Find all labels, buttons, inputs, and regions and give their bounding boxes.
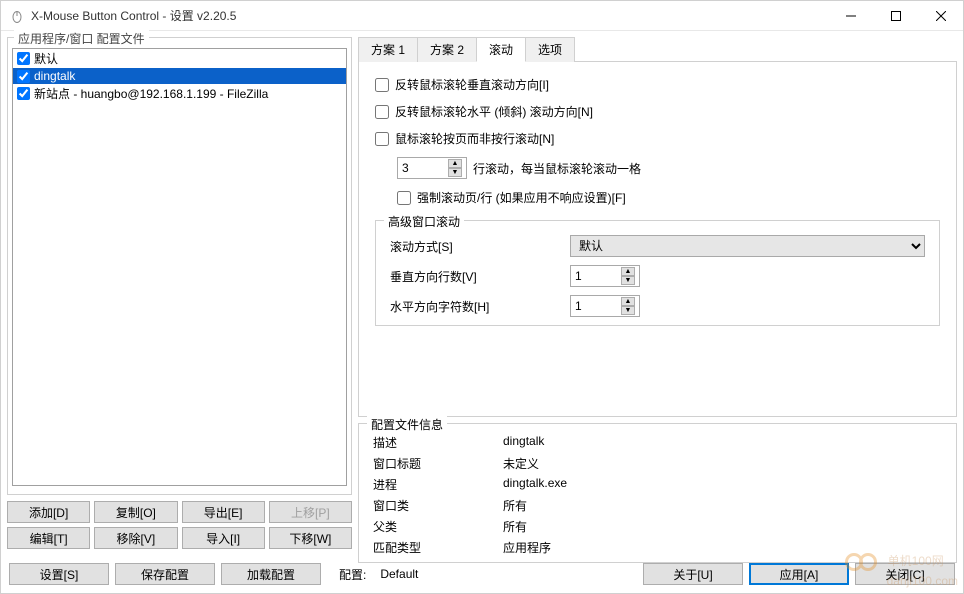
spinner-down-icon[interactable]: ▼ bbox=[621, 276, 635, 285]
profile-label: 新站点 - huangbo@192.168.1.199 - FileZilla bbox=[34, 85, 268, 102]
tab-2[interactable]: 滚动 bbox=[476, 37, 526, 62]
copy-button[interactable]: 复制[O] bbox=[94, 501, 177, 523]
close-button[interactable] bbox=[918, 1, 963, 30]
info-desc-value: dingtalk bbox=[503, 434, 942, 451]
scroll-by-page-checkbox[interactable]: 鼠标滚轮按页而非按行滚动[N] bbox=[375, 130, 940, 147]
export-button[interactable]: 导出[E] bbox=[182, 501, 265, 523]
info-title-label: 窗口标题 bbox=[373, 455, 503, 472]
profile-list[interactable]: 默认 dingtalk 新站点 - huangbo@192.168.1.199 - … bbox=[12, 48, 347, 486]
tab-1[interactable]: 方案 2 bbox=[417, 37, 477, 62]
add-button[interactable]: 添加[D] bbox=[7, 501, 90, 523]
save-config-button[interactable]: 保存配置 bbox=[115, 563, 215, 585]
lines-per-notch-input[interactable]: ▲▼ bbox=[397, 157, 467, 179]
window-controls bbox=[828, 1, 963, 30]
horizontal-chars-label: 水平方向字符数[H] bbox=[390, 298, 570, 315]
maximize-button[interactable] bbox=[873, 1, 918, 30]
tab-content-scroll: 反转鼠标滚轮垂直滚动方向[I] 反转鼠标滚轮水平 (倾斜) 滚动方向[N] 鼠标… bbox=[358, 61, 957, 417]
scroll-by-page-label: 鼠标滚轮按页而非按行滚动[N] bbox=[395, 130, 554, 147]
info-process-value: dingtalk.exe bbox=[503, 476, 942, 493]
info-title-value: 未定义 bbox=[503, 455, 942, 472]
profile-info-frame: 配置文件信息 描述 dingtalk 窗口标题 未定义 进程 dingtalk.… bbox=[358, 423, 957, 563]
info-parent-label: 父类 bbox=[373, 518, 503, 535]
config-value: Default bbox=[380, 567, 418, 581]
invert-vertical-checkbox[interactable]: 反转鼠标滚轮垂直滚动方向[I] bbox=[375, 76, 940, 93]
tab-strip: 方案 1方案 2滚动选项 bbox=[358, 37, 957, 62]
scroll-method-select[interactable]: 默认 bbox=[570, 235, 925, 257]
about-button[interactable]: 关于[U] bbox=[643, 563, 743, 585]
import-button[interactable]: 导入[I] bbox=[182, 527, 265, 549]
vertical-lines-label: 垂直方向行数[V] bbox=[390, 268, 570, 285]
profile-info-frame-label: 配置文件信息 bbox=[367, 416, 447, 433]
info-class-label: 窗口类 bbox=[373, 497, 503, 514]
info-class-value: 所有 bbox=[503, 497, 942, 514]
spinner-down-icon[interactable]: ▼ bbox=[448, 168, 462, 177]
remove-button[interactable]: 移除[V] bbox=[94, 527, 177, 549]
advanced-scroll-group: 高级窗口滚动 滚动方式[S] 默认 垂直方向行数[V] ▲▼ 水平方向字符数[H… bbox=[375, 220, 940, 326]
apply-button[interactable]: 应用[A] bbox=[749, 563, 849, 585]
invert-vertical-label: 反转鼠标滚轮垂直滚动方向[I] bbox=[395, 76, 549, 93]
profile-checkbox[interactable] bbox=[17, 87, 30, 100]
profile-item[interactable]: 新站点 - huangbo@192.168.1.199 - FileZilla bbox=[13, 84, 346, 103]
spinner-up-icon[interactable]: ▲ bbox=[448, 159, 462, 168]
window-title: X-Mouse Button Control - 设置 v2.20.5 bbox=[31, 7, 828, 24]
close-dialog-button[interactable]: 关闭[C] bbox=[855, 563, 955, 585]
profile-label: 默认 bbox=[34, 50, 58, 67]
force-scroll-label: 强制滚动页/行 (如果应用不响应设置)[F] bbox=[417, 189, 626, 206]
info-desc-label: 描述 bbox=[373, 434, 503, 451]
profiles-frame-label: 应用程序/窗口 配置文件 bbox=[14, 30, 149, 47]
horizontal-chars-input[interactable]: ▲▼ bbox=[570, 295, 640, 317]
profile-checkbox[interactable] bbox=[17, 70, 30, 83]
spinner-up-icon[interactable]: ▲ bbox=[621, 267, 635, 276]
scroll-method-label: 滚动方式[S] bbox=[390, 238, 570, 255]
info-process-label: 进程 bbox=[373, 476, 503, 493]
move-down-button[interactable]: 下移[W] bbox=[269, 527, 352, 549]
profile-item[interactable]: dingtalk bbox=[13, 68, 346, 84]
info-parent-value: 所有 bbox=[503, 518, 942, 535]
invert-horizontal-checkbox[interactable]: 反转鼠标滚轮水平 (倾斜) 滚动方向[N] bbox=[375, 103, 940, 120]
spinner-down-icon[interactable]: ▼ bbox=[621, 306, 635, 315]
tab-3[interactable]: 选项 bbox=[525, 37, 575, 62]
titlebar: X-Mouse Button Control - 设置 v2.20.5 bbox=[1, 1, 963, 31]
invert-horizontal-label: 反转鼠标滚轮水平 (倾斜) 滚动方向[N] bbox=[395, 103, 593, 120]
settings-button[interactable]: 设置[S] bbox=[9, 563, 109, 585]
move-up-button[interactable]: 上移[P] bbox=[269, 501, 352, 523]
vertical-lines-input[interactable]: ▲▼ bbox=[570, 265, 640, 287]
spinner-up-icon[interactable]: ▲ bbox=[621, 297, 635, 306]
minimize-button[interactable] bbox=[828, 1, 873, 30]
lines-per-notch-label: 行滚动，每当鼠标滚轮滚动一格 bbox=[473, 160, 641, 177]
edit-button[interactable]: 编辑[T] bbox=[7, 527, 90, 549]
profile-item[interactable]: 默认 bbox=[13, 49, 346, 68]
load-config-button[interactable]: 加载配置 bbox=[221, 563, 321, 585]
profile-checkbox[interactable] bbox=[17, 52, 30, 65]
app-icon bbox=[9, 8, 25, 24]
tab-0[interactable]: 方案 1 bbox=[358, 37, 418, 62]
force-scroll-checkbox[interactable]: 强制滚动页/行 (如果应用不响应设置)[F] bbox=[397, 189, 940, 206]
profile-label: dingtalk bbox=[34, 69, 75, 83]
config-label: 配置: bbox=[339, 566, 366, 583]
profiles-frame: 应用程序/窗口 配置文件 默认dingtalk新站点 - huangbo@192… bbox=[7, 37, 352, 495]
info-match-value: 应用程序 bbox=[503, 539, 942, 556]
advanced-scroll-group-label: 高级窗口滚动 bbox=[384, 213, 464, 230]
info-match-label: 匹配类型 bbox=[373, 539, 503, 556]
